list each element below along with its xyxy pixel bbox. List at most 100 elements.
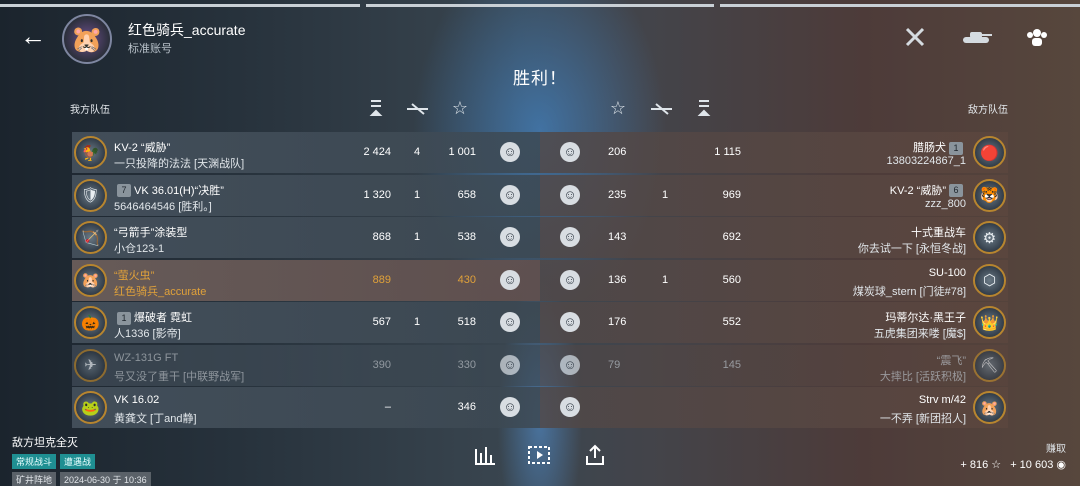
enemy-player-card[interactable]: ☺ 79 145 “震飞” 大摔比 [活跃积极] ⛏ <box>540 344 1008 386</box>
ally-damage: 2 424 <box>363 146 391 158</box>
ally-player-card[interactable]: ✈ WZ-131G FT 号又没了重干 [中联野战军] 390 330 ☺ <box>72 344 540 386</box>
enemy-damage: 692 <box>722 231 741 243</box>
tank-icon[interactable] <box>960 24 994 50</box>
smile-icon[interactable]: ☺ <box>500 354 520 375</box>
enemy-exp: 206 <box>608 146 627 158</box>
ally-player-name: 人1336 [影帝] <box>114 328 181 340</box>
stats-chart-icon[interactable] <box>470 440 500 470</box>
ally-tank-avatar: 🎃 <box>74 306 107 339</box>
progress-bar-2 <box>366 4 714 7</box>
enemy-damage: 145 <box>722 358 741 371</box>
player-row: 🐹 “萤火虫” 红色骑兵_accurate 889 430 ☺ ☺ 136 1 … <box>72 259 1008 303</box>
ally-tank-name: “萤火虫” <box>114 269 155 282</box>
enemy-player-card[interactable]: ☺ 136 1 560 SU-100 煤炭球_stern [门徒#78] ⬡ <box>540 259 1008 301</box>
enemy-player-card[interactable]: ☺ 206 1 115 腊肠犬 1 13803224867_1 🔴 <box>540 132 1008 173</box>
smile-icon[interactable]: ☺ <box>500 312 520 332</box>
smile-icon[interactable]: ☺ <box>500 184 520 205</box>
enemy-tank-name: Strv m/42 <box>918 394 966 406</box>
smile-icon[interactable]: ☺ <box>560 227 580 247</box>
smile-icon[interactable]: ☺ <box>500 227 520 247</box>
back-arrow-icon[interactable]: ← <box>18 22 48 52</box>
ally-player-card[interactable]: 🐓 KV-2 “威胁” 一只投降的法法 [天渊战队] 2 424 4 1 001… <box>72 132 540 173</box>
enemy-tank-avatar: 🐯 <box>973 178 1006 212</box>
smile-icon[interactable]: ☺ <box>500 142 520 162</box>
ally-player-card[interactable]: 🐸 VK 16.02 黄龚文 [丁and静] – 346 ☺ <box>72 387 540 428</box>
enemy-player-card[interactable]: ☺ Strv m/42 一不弄 [新团招人] 🐹 <box>540 387 1008 428</box>
exp-earned: + 816 <box>960 459 989 471</box>
rank-badge: 1 <box>949 141 963 155</box>
enemy-tank-avatar: 🐹 <box>973 391 1006 424</box>
enemy-player-card[interactable]: ☺ 235 1 969 KV-2 “威胁” 6 zzz_800 🐯 <box>540 174 1008 216</box>
enemy-tank-name: 腊肠犬 1 <box>913 139 966 155</box>
result-reason: 敌方坦克全灭 <box>12 437 78 449</box>
ally-exp: 518 <box>457 316 476 328</box>
mode-tag: 常规战斗 <box>12 454 57 469</box>
smile-icon[interactable]: ☺ <box>560 312 580 332</box>
enemy-tank-name: KV-2 “威胁” 6 <box>890 182 966 198</box>
battle-results-screen: ← 🐹 红色骑兵_accurate 标准账号 胜利！ 我方队伍 敌方队伍 ☆ ☆… <box>0 0 1080 486</box>
ally-exp: 658 <box>457 188 476 201</box>
enemy-exp-star-icon[interactable]: ☆ <box>606 96 630 120</box>
enemy-player-name: 一不弄 [新团招人] <box>879 413 966 425</box>
enemy-damage: 560 <box>722 273 741 286</box>
smile-icon[interactable]: ☺ <box>560 142 580 162</box>
enemy-team-label: 敌方队伍 <box>968 105 1008 116</box>
ally-kills: 4 <box>413 146 421 158</box>
player-name: 红色骑兵_accurate <box>128 22 246 38</box>
enemy-player-card[interactable]: ☺ 176 552 玛蒂尔达·黑王子 五虎集团来喽 [魔$] 👑 <box>540 302 1008 343</box>
ally-player-name: 红色骑兵_accurate <box>114 285 207 298</box>
ally-tank-avatar: 🐹 <box>74 263 107 297</box>
enemy-tank-name: SU-100 <box>928 266 966 279</box>
progress-bar-1 <box>0 4 360 7</box>
damage-sort-icon[interactable] <box>364 96 388 120</box>
exp-star-icon[interactable]: ☆ <box>448 96 472 120</box>
enemy-tank-name: 玛蒂尔达·黑王子 <box>885 312 966 324</box>
ally-tank-name: 1 爆破者 霓虹 <box>114 309 192 325</box>
smile-icon[interactable]: ☺ <box>560 269 580 290</box>
players-table: 🐓 KV-2 “威胁” 一只投降的法法 [天渊战队] 2 424 4 1 001… <box>72 132 1008 430</box>
ally-damage: 1 320 <box>363 188 391 201</box>
enemy-damage-sort-icon[interactable] <box>692 96 716 120</box>
smile-icon[interactable]: ☺ <box>560 184 580 205</box>
player-row: 🐓 KV-2 “威胁” 一只投降的法法 [天渊战队] 2 424 4 1 001… <box>72 132 1008 175</box>
ally-tank-avatar: 🐸 <box>74 391 107 424</box>
enemy-player-name: zzz_800 <box>925 197 966 210</box>
ally-damage: 889 <box>372 273 391 286</box>
ally-damage: – <box>384 401 391 413</box>
ally-player-card[interactable]: 🐹 “萤火虫” 红色骑兵_accurate 889 430 ☺ <box>72 259 540 301</box>
team-icon[interactable] <box>1024 24 1050 50</box>
enemy-exp: 176 <box>608 316 627 328</box>
enemy-tank-avatar: 👑 <box>973 306 1006 339</box>
ally-exp: 1 001 <box>448 146 476 158</box>
rank-badge: 7 <box>117 184 131 198</box>
share-icon[interactable] <box>580 440 610 470</box>
exp-star-icon: ☆ <box>991 459 1002 471</box>
smile-icon[interactable]: ☺ <box>560 354 580 375</box>
ally-player-name: 黄龚文 [丁and静] <box>114 413 197 425</box>
replay-icon[interactable] <box>524 440 554 470</box>
ally-player-card[interactable]: 🎃 1 爆破者 霓虹 人1336 [影帝] 567 1 518 ☺ <box>72 302 540 343</box>
enemy-player-name: 煤炭球_stern [门徒#78] <box>852 285 966 298</box>
ally-player-card[interactable]: 🛡 7 VK 36.01(H)“决胜” 5646464546 [胜利。] 1 32… <box>72 174 540 216</box>
smile-icon[interactable]: ☺ <box>500 269 520 290</box>
ally-player-card[interactable]: 🏹 “弓箭手”涂装型 小仓123-1 868 1 538 ☺ <box>72 217 540 258</box>
account-type: 标准账号 <box>128 43 172 55</box>
mode-tag: 遭遇战 <box>60 454 96 469</box>
kills-icon[interactable] <box>406 96 430 120</box>
ally-tank-name: 7 VK 36.01(H)“决胜” <box>114 182 224 198</box>
ally-tank-avatar: 🛡 <box>74 178 107 212</box>
ally-tank-name: KV-2 “威胁” <box>114 142 171 154</box>
enemy-tank-avatar: ⛏ <box>973 348 1006 382</box>
enemy-exp: 235 <box>608 188 627 201</box>
smile-icon[interactable]: ☺ <box>500 397 520 417</box>
credits-icon: ◉ <box>1056 459 1066 471</box>
crossed-swords-icon[interactable] <box>902 24 928 50</box>
enemy-player-name: 13803224867_1 <box>886 155 966 167</box>
ally-damage: 567 <box>372 316 391 328</box>
ally-tank-avatar: 🐓 <box>74 136 107 169</box>
player-avatar: 🐹 <box>62 14 112 64</box>
credits-earned: + 10 603 <box>1010 459 1054 471</box>
smile-icon[interactable]: ☺ <box>560 397 580 417</box>
enemy-player-card[interactable]: ☺ 143 692 十式重战车 你去试一下 [永恒冬战] ⚙ <box>540 217 1008 258</box>
enemy-kills-icon[interactable] <box>650 96 674 120</box>
